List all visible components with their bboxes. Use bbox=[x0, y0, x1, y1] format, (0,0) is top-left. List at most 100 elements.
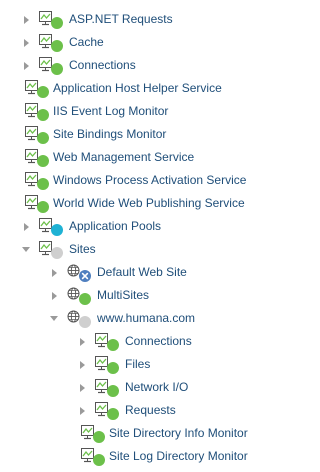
monitor-icon bbox=[38, 56, 64, 76]
tree-node-label[interactable]: Windows Process Activation Service bbox=[53, 169, 246, 192]
expand-arrow-icon[interactable] bbox=[76, 376, 88, 399]
tree-node-label[interactable]: World Wide Web Publishing Service bbox=[53, 192, 245, 215]
tree-node[interactable]: IIS Event Log Monitor bbox=[0, 100, 288, 123]
monitor-glyph-icon bbox=[25, 149, 38, 164]
status-unknown-icon bbox=[51, 247, 63, 259]
globe-glyph-icon bbox=[67, 287, 80, 300]
expand-arrow-icon[interactable] bbox=[76, 353, 88, 376]
tree-node[interactable]: Site Bindings Monitor bbox=[0, 123, 288, 146]
tree-node[interactable]: Network I/O bbox=[0, 376, 288, 399]
monitor-icon bbox=[38, 240, 64, 260]
tree-node[interactable]: Site Log Directory Monitor bbox=[0, 445, 288, 468]
tree-node[interactable]: www.humana.com bbox=[0, 307, 288, 330]
monitor-glyph-icon bbox=[39, 57, 52, 72]
tree-node[interactable]: ASP.NET Requests bbox=[0, 8, 288, 31]
tree-node-label[interactable]: Web Management Service bbox=[53, 146, 194, 169]
expand-arrow-icon[interactable] bbox=[20, 54, 32, 77]
tree-node-label[interactable]: Connections bbox=[125, 330, 192, 353]
monitor-icon bbox=[94, 355, 120, 375]
tree-node[interactable]: Connections bbox=[0, 54, 288, 77]
monitor-icon bbox=[24, 79, 50, 99]
monitor-glyph-icon bbox=[81, 448, 94, 463]
status-info-icon bbox=[51, 224, 63, 236]
expand-arrow-icon[interactable] bbox=[76, 399, 88, 422]
tree-node-label[interactable]: Cache bbox=[69, 31, 104, 54]
monitor-icon bbox=[24, 171, 50, 191]
tree-node[interactable]: Sites bbox=[0, 238, 288, 261]
globe-glyph-icon bbox=[67, 310, 80, 323]
monitor-icon bbox=[94, 378, 120, 398]
tree-node-label[interactable]: Files bbox=[125, 353, 150, 376]
monitor-glyph-icon bbox=[95, 356, 108, 371]
tree-node-label[interactable]: Application Pools bbox=[69, 215, 161, 238]
collapse-arrow-icon[interactable] bbox=[48, 307, 60, 330]
tree-node[interactable]: World Wide Web Publishing Service bbox=[0, 192, 288, 215]
tree-node-label[interactable]: Requests bbox=[125, 399, 176, 422]
monitor-glyph-icon bbox=[39, 11, 52, 26]
monitor-icon bbox=[38, 10, 64, 30]
monitor-glyph-icon bbox=[25, 103, 38, 118]
monitor-icon bbox=[38, 217, 64, 237]
tree-node-label[interactable]: www.humana.com bbox=[97, 307, 195, 330]
monitor-icon bbox=[38, 33, 64, 53]
tree-node-label[interactable]: IIS Event Log Monitor bbox=[53, 100, 168, 123]
tree-node[interactable]: Files bbox=[0, 353, 288, 376]
tree-node[interactable]: Application Host Helper Service bbox=[0, 77, 288, 100]
status-up-icon bbox=[107, 408, 119, 420]
tree-node-label[interactable]: Site Log Directory Monitor bbox=[109, 445, 248, 468]
monitor-icon bbox=[94, 401, 120, 421]
tree-node[interactable]: Web Management Service bbox=[0, 146, 288, 169]
expand-arrow-icon[interactable] bbox=[48, 261, 60, 284]
tree-node[interactable]: Windows Process Activation Service bbox=[0, 169, 288, 192]
tree-node[interactable]: Default Web Site bbox=[0, 261, 288, 284]
tree-node-label[interactable]: Sites bbox=[69, 238, 96, 261]
expand-arrow-icon[interactable] bbox=[20, 8, 32, 31]
status-up-icon bbox=[107, 385, 119, 397]
monitor-icon bbox=[80, 447, 106, 467]
tree-node-label[interactable]: ASP.NET Requests bbox=[69, 8, 173, 31]
monitor-glyph-icon bbox=[39, 34, 52, 49]
monitor-tree: ASP.NET Requests Cache Connections Applicat… bbox=[0, 0, 288, 470]
tree-node[interactable]: Cache bbox=[0, 31, 288, 54]
status-up-icon bbox=[37, 178, 49, 190]
tree-node-label[interactable]: Default Web Site bbox=[97, 261, 187, 284]
monitor-glyph-icon bbox=[95, 333, 108, 348]
collapse-arrow-icon[interactable] bbox=[20, 238, 32, 261]
monitor-glyph-icon bbox=[39, 218, 52, 233]
expand-arrow-icon[interactable] bbox=[20, 31, 32, 54]
monitor-icon bbox=[24, 102, 50, 122]
tree-node[interactable]: Connections bbox=[0, 330, 288, 353]
status-up-icon bbox=[37, 132, 49, 144]
monitor-glyph-icon bbox=[25, 195, 38, 210]
expand-arrow-icon[interactable] bbox=[20, 215, 32, 238]
tree-node-label[interactable]: MultiSites bbox=[97, 284, 149, 307]
monitor-glyph-icon bbox=[25, 126, 38, 141]
status-up-icon bbox=[107, 362, 119, 374]
monitor-icon bbox=[80, 424, 106, 444]
status-up-icon bbox=[93, 431, 105, 443]
tree-node-label[interactable]: Application Host Helper Service bbox=[53, 77, 222, 100]
status-down-icon bbox=[79, 270, 91, 282]
status-up-icon bbox=[51, 17, 63, 29]
tree-node-label[interactable]: Site Bindings Monitor bbox=[53, 123, 166, 146]
status-up-icon bbox=[37, 155, 49, 167]
tree-node[interactable]: MultiSites bbox=[0, 284, 288, 307]
globe-glyph-icon bbox=[67, 264, 80, 277]
expand-arrow-icon[interactable] bbox=[48, 284, 60, 307]
expand-arrow-icon[interactable] bbox=[76, 330, 88, 353]
monitor-icon bbox=[24, 148, 50, 168]
tree-node[interactable]: Application Pools bbox=[0, 215, 288, 238]
monitor-icon bbox=[24, 125, 50, 145]
status-up-icon bbox=[107, 339, 119, 351]
tree-node[interactable]: Site Directory Info Monitor bbox=[0, 422, 288, 445]
tree-node-label[interactable]: Site Directory Info Monitor bbox=[109, 422, 248, 445]
tree-node[interactable]: Requests bbox=[0, 399, 288, 422]
monitor-glyph-icon bbox=[95, 379, 108, 394]
monitor-icon bbox=[24, 194, 50, 214]
status-up-icon bbox=[79, 293, 91, 305]
status-up-icon bbox=[51, 63, 63, 75]
monitor-glyph-icon bbox=[25, 172, 38, 187]
tree-node-label[interactable]: Network I/O bbox=[125, 376, 188, 399]
tree-node-label[interactable]: Connections bbox=[69, 54, 136, 77]
status-up-icon bbox=[93, 454, 105, 466]
